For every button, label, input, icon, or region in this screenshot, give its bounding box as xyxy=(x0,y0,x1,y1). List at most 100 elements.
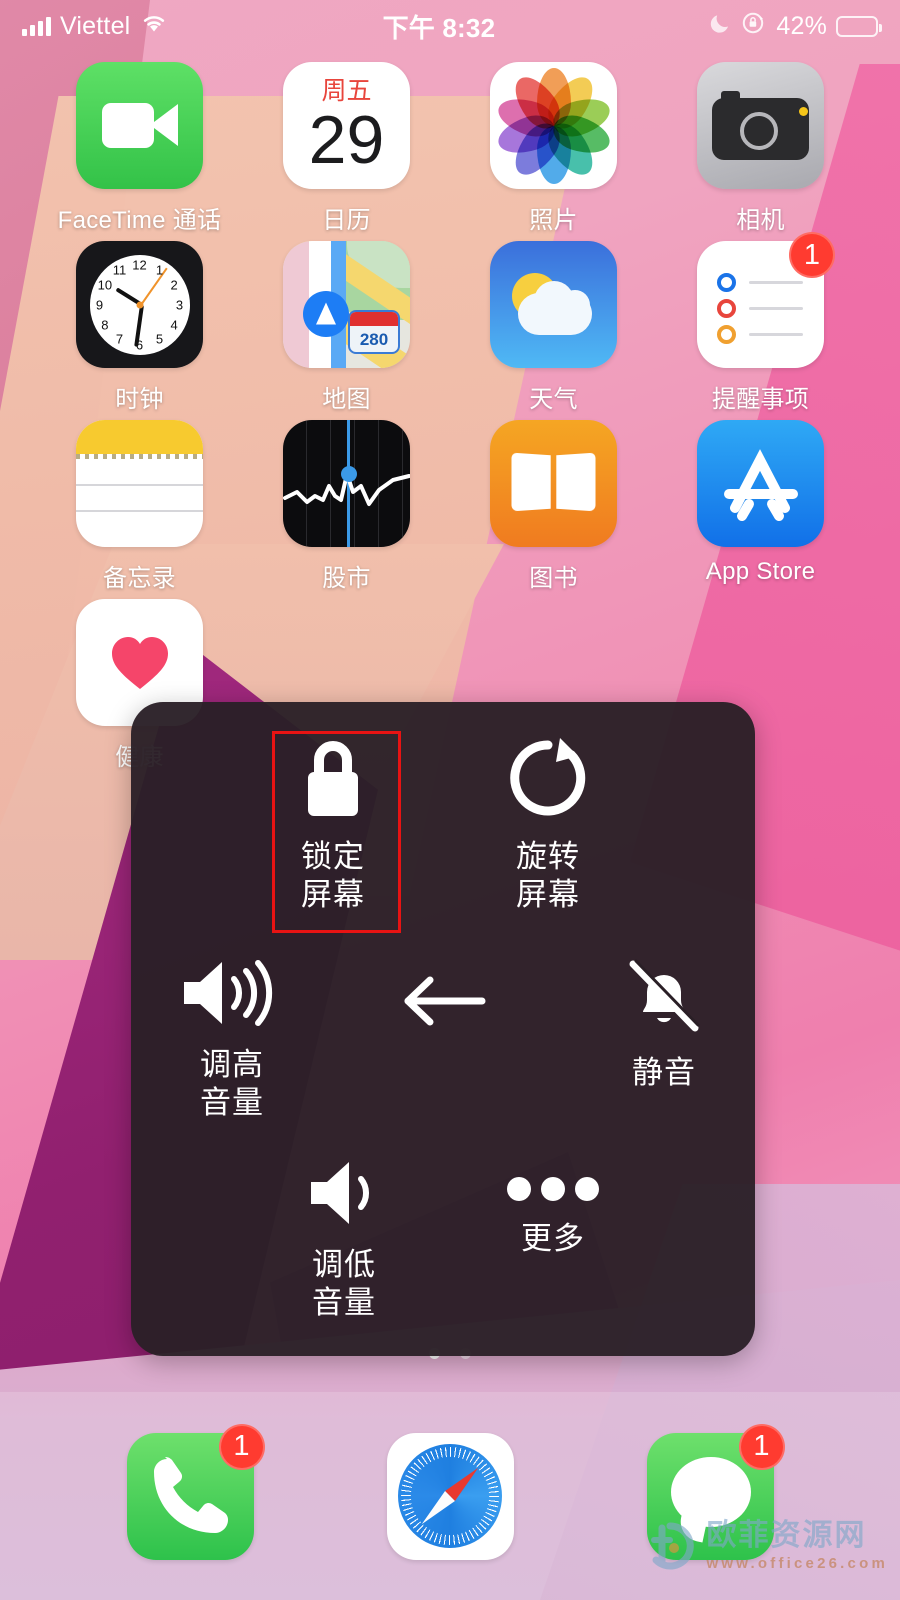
assistive-item-volume-down[interactable]: 调低 音量 xyxy=(279,1154,409,1322)
app-label: 备忘录 xyxy=(103,565,176,592)
safari-compass-icon[interactable] xyxy=(386,1432,514,1560)
rotate-screen-icon[interactable] xyxy=(502,732,594,824)
assistive-item-label: 静音 xyxy=(632,1055,696,1090)
app-stocks[interactable]: 股市 xyxy=(243,420,450,593)
weather-icon[interactable] xyxy=(490,241,617,368)
app-icon-wrap[interactable] xyxy=(76,62,203,189)
carrier-label: Viettel xyxy=(60,11,131,40)
assistive-item-mute[interactable]: 静音 xyxy=(604,954,724,1092)
photos-icon[interactable] xyxy=(490,62,617,189)
assistive-item-label: 锁定 屏幕 xyxy=(301,839,365,912)
app-clock[interactable]: 1 2 3 4 5 6 7 8 9 10 11 12 时钟 xyxy=(36,241,243,414)
calendar-day: 29 xyxy=(308,102,385,178)
app-icon-wrap[interactable] xyxy=(697,420,824,547)
assistive-item-volume-up[interactable]: 调高 音量 xyxy=(167,954,297,1122)
route-shield-number: 280 xyxy=(359,330,389,349)
app-label: 图书 xyxy=(529,565,578,592)
app-facetime[interactable]: FaceTime 通话 xyxy=(36,62,243,235)
assistive-item-lock-screen[interactable]: 锁定 屏幕 xyxy=(273,732,393,914)
assistive-item-label: 调低 音量 xyxy=(312,1247,376,1320)
route-shield-icon: 280 xyxy=(348,310,400,354)
app-label: App Store xyxy=(705,558,816,585)
clock-numeral: 4 xyxy=(170,317,178,332)
watermark: 欧菲资源网 www.office26.com xyxy=(644,1520,888,1572)
app-photos[interactable]: 照片 xyxy=(450,62,657,235)
app-icon-wrap[interactable] xyxy=(490,241,617,368)
app-label: 地图 xyxy=(322,386,371,413)
assistive-item-label: 更多 xyxy=(521,1221,585,1256)
dock-badge: 1 xyxy=(738,1423,785,1470)
app-icon-wrap[interactable] xyxy=(490,420,617,547)
app-label: 天气 xyxy=(529,386,578,413)
clock-numeral: 3 xyxy=(175,297,184,312)
dock-app-phone[interactable]: 1 xyxy=(126,1423,265,1560)
clock-numeral: 1 xyxy=(155,262,164,278)
app-icon-wrap[interactable]: 1 2 3 4 5 6 7 8 9 10 11 12 xyxy=(76,241,203,368)
app-store-icon[interactable] xyxy=(697,420,824,547)
clock-numeral: 8 xyxy=(101,317,109,332)
rotation-lock-icon xyxy=(741,10,767,43)
app-label: FaceTime 通话 xyxy=(57,207,222,234)
clock-numeral: 2 xyxy=(170,277,178,292)
app-label: 照片 xyxy=(529,207,578,234)
assistive-item-back[interactable] xyxy=(383,974,503,1028)
clock-numeral: 10 xyxy=(97,277,113,292)
home-screen-app-grid: FaceTime 通话 周五 29 日历 照片 相机 1 2 3 4 5 6 7… xyxy=(0,62,900,772)
app-icon-wrap[interactable] xyxy=(490,62,617,189)
facetime-icon[interactable] xyxy=(76,62,203,189)
app-icon-wrap[interactable]: 周五 29 xyxy=(283,62,410,189)
notes-icon[interactable] xyxy=(76,420,203,547)
app-icon-wrap[interactable] xyxy=(283,420,410,547)
dock-badge: 1 xyxy=(218,1423,265,1470)
lock-icon[interactable] xyxy=(293,732,373,824)
clock-numeral: 12 xyxy=(132,257,147,272)
clock-numeral: 9 xyxy=(95,297,104,312)
maps-icon[interactable]: 280 xyxy=(283,241,410,368)
app-calendar[interactable]: 周五 29 日历 xyxy=(243,62,450,235)
app-label: 股市 xyxy=(322,565,371,592)
status-bar-right: 42% xyxy=(708,10,882,43)
status-bar-clock: 下午 8:32 xyxy=(382,12,496,43)
app-camera[interactable]: 相机 xyxy=(657,62,864,235)
dock-app-safari[interactable] xyxy=(386,1432,514,1560)
app-badge: 1 xyxy=(789,232,835,278)
app-weather[interactable]: 天气 xyxy=(450,241,657,414)
volume-up-icon[interactable] xyxy=(178,954,286,1032)
app-app-store[interactable]: App Store xyxy=(657,420,864,593)
app-label: 日历 xyxy=(322,207,371,234)
assistive-item-more[interactable]: 更多 xyxy=(493,1172,613,1258)
status-bar: Viettel 下午 8:32 42% xyxy=(0,0,900,52)
volume-down-icon[interactable] xyxy=(305,1154,383,1232)
signal-bars-icon xyxy=(22,16,51,36)
status-bar-left: Viettel xyxy=(22,12,169,41)
camera-icon[interactable] xyxy=(697,62,824,189)
mute-bell-icon[interactable] xyxy=(621,954,707,1040)
app-notes[interactable]: 备忘录 xyxy=(36,420,243,593)
app-label: 相机 xyxy=(736,207,785,234)
calendar-icon[interactable]: 周五 29 xyxy=(283,62,410,189)
watermark-logo-icon xyxy=(644,1520,698,1572)
assistive-item-rotate-screen[interactable]: 旋转 屏幕 xyxy=(488,732,608,914)
app-icon-wrap[interactable]: 280 xyxy=(283,241,410,368)
assistive-touch-menu-panel[interactable]: 锁定 屏幕 旋转 屏幕 调高 音量 静音 调低 音量 更多 xyxy=(131,702,755,1356)
books-icon[interactable] xyxy=(490,420,617,547)
watermark-name: 欧菲资源网 xyxy=(706,1518,867,1552)
watermark-url: www.office26.com xyxy=(706,1554,888,1572)
app-label: 时钟 xyxy=(115,386,164,413)
app-icon-wrap[interactable]: 1 xyxy=(697,232,835,368)
battery-percent-label: 42% xyxy=(776,11,827,40)
clock-numeral: 7 xyxy=(115,331,124,347)
wifi-icon xyxy=(139,12,169,41)
app-icon-wrap[interactable] xyxy=(76,420,203,547)
assistive-item-label: 调高 音量 xyxy=(200,1047,264,1120)
app-maps[interactable]: 280 地图 xyxy=(243,241,450,414)
app-label: 提醒事项 xyxy=(711,386,810,413)
moon-do-not-disturb-icon xyxy=(708,11,732,42)
app-reminders[interactable]: 1 提醒事项 xyxy=(657,232,864,414)
app-books[interactable]: 图书 xyxy=(450,420,657,593)
back-arrow-icon[interactable] xyxy=(398,974,488,1028)
more-ellipsis-icon[interactable] xyxy=(505,1172,601,1206)
stocks-icon[interactable] xyxy=(283,420,410,547)
clock-icon[interactable]: 1 2 3 4 5 6 7 8 9 10 11 12 xyxy=(76,241,203,368)
app-icon-wrap[interactable] xyxy=(697,62,824,189)
